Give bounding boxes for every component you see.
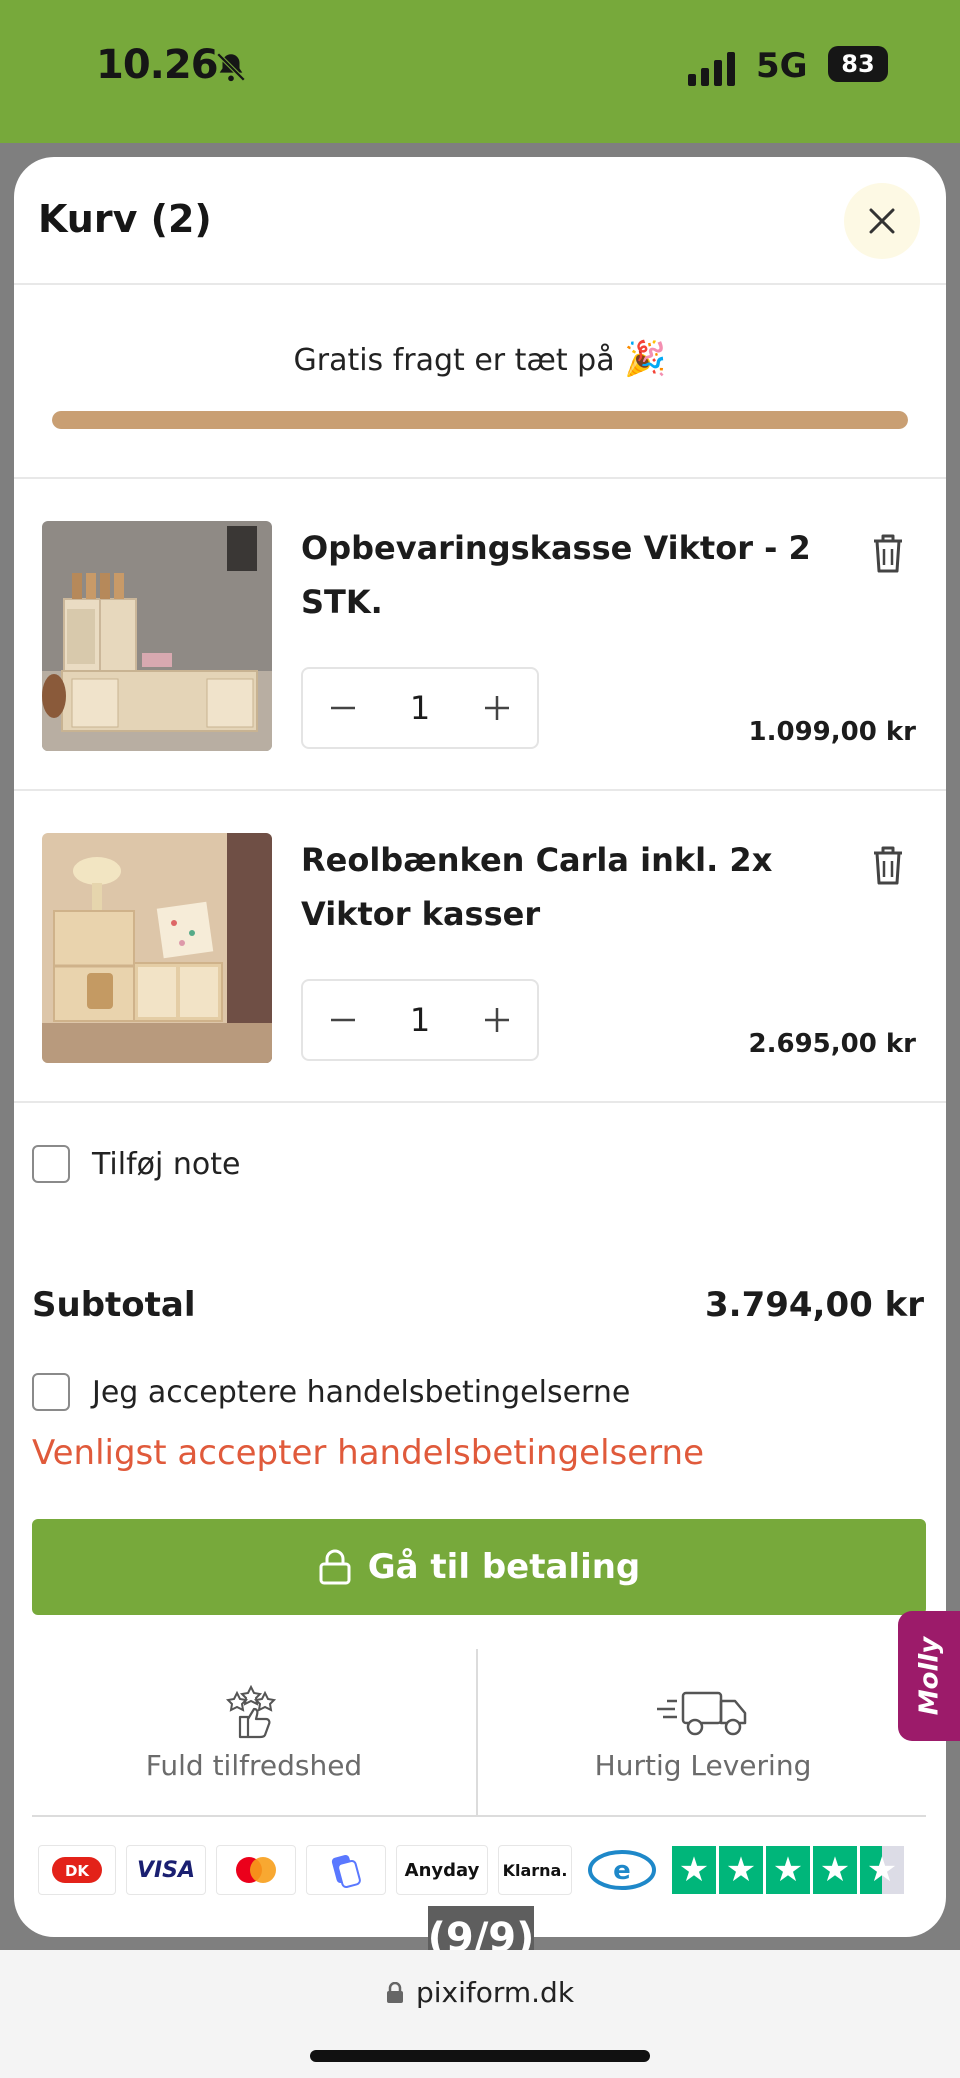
subtotal-value: 3.794,00 kr bbox=[705, 1285, 924, 1325]
lock-icon bbox=[386, 1981, 403, 2003]
trash-icon[interactable] bbox=[868, 531, 908, 575]
mastercard-logo bbox=[216, 1845, 296, 1895]
lock-icon bbox=[319, 1549, 351, 1585]
chat-widget-label: Molly bbox=[914, 1636, 945, 1716]
product-price: 2.695,00 kr bbox=[748, 1029, 916, 1059]
increase-quantity-button[interactable] bbox=[479, 690, 515, 726]
status-time: 10.26 bbox=[96, 42, 219, 88]
free-shipping-label: Gratis fragt er tæt på bbox=[293, 343, 615, 378]
status-bar: 10.26 5G 83 bbox=[0, 0, 960, 143]
free-shipping-progress bbox=[52, 411, 908, 429]
bell-slash-icon bbox=[216, 52, 246, 82]
trustpilot-stars: ★ ★ ★ ★ ★ bbox=[672, 1846, 904, 1894]
svg-text:e: e bbox=[613, 1856, 631, 1886]
chat-widget-button[interactable]: Molly bbox=[898, 1611, 960, 1741]
subtotal-row: Subtotal 3.794,00 kr bbox=[32, 1285, 924, 1325]
decrease-quantity-button[interactable] bbox=[325, 690, 361, 726]
trustpilot-half-star-icon: ★ bbox=[860, 1846, 904, 1894]
terms-label[interactable]: Jeg acceptere handelsbetingelserne bbox=[92, 1375, 630, 1410]
trash-icon[interactable] bbox=[868, 843, 908, 887]
network-label: 5G bbox=[756, 46, 808, 86]
thumbs-up-stars-icon bbox=[226, 1685, 277, 1739]
increase-quantity-button[interactable] bbox=[479, 1002, 515, 1038]
dankort-logo: DK bbox=[38, 1845, 116, 1895]
battery-icon: 83 bbox=[828, 46, 888, 82]
delivery-truck-icon bbox=[657, 1691, 747, 1736]
signal-icon bbox=[688, 50, 735, 86]
close-button[interactable] bbox=[844, 183, 920, 259]
cart-item: Opbevaringskasse Viktor - 2 STK. 1 1.099… bbox=[14, 481, 946, 791]
free-shipping-text: Gratis fragt er tæt på 🎉 bbox=[14, 339, 946, 379]
close-icon bbox=[869, 208, 895, 234]
visa-logo: VISA bbox=[126, 1845, 206, 1895]
progress-fill bbox=[52, 411, 908, 429]
anyday-logo: Anyday bbox=[396, 1845, 488, 1895]
url-text: pixiform.dk bbox=[415, 1976, 575, 2009]
cart-title: Kurv (2) bbox=[38, 197, 212, 241]
product-name[interactable]: Reolbænken Carla inkl. 2x Viktor kasser bbox=[301, 833, 811, 941]
quantity-stepper: 1 bbox=[301, 979, 539, 1061]
product-price: 1.099,00 kr bbox=[748, 717, 916, 747]
terms-row[interactable]: Jeg acceptere handelsbetingelserne bbox=[32, 1373, 630, 1411]
payment-methods: DK VISA Anyday Klarna. e ★ ★ ★ ★ ★ bbox=[38, 1843, 928, 1897]
party-icon: 🎉 bbox=[624, 339, 667, 379]
product-image[interactable] bbox=[42, 833, 272, 1063]
quantity-value[interactable]: 1 bbox=[410, 1001, 430, 1039]
cart-header: Kurv (2) bbox=[14, 157, 946, 285]
add-note-checkbox[interactable] bbox=[32, 1145, 70, 1183]
klarna-logo: Klarna. bbox=[498, 1845, 572, 1895]
trustpilot-star-icon: ★ bbox=[813, 1846, 857, 1894]
cart-item: Reolbænken Carla inkl. 2x Viktor kasser … bbox=[14, 793, 946, 1103]
add-note-row[interactable]: Tilføj note bbox=[32, 1145, 240, 1183]
plus-icon bbox=[484, 1008, 509, 1032]
terms-checkbox[interactable] bbox=[32, 1373, 70, 1411]
subtotal-label: Subtotal bbox=[32, 1285, 196, 1325]
plus-icon bbox=[484, 696, 509, 720]
minus-icon bbox=[331, 1018, 355, 1022]
url-bar[interactable]: pixiform.dk bbox=[0, 1976, 960, 2009]
edankort-logo: e bbox=[582, 1845, 662, 1895]
feature-label: Hurtig Levering bbox=[594, 1749, 812, 1782]
checkout-label: Gå til betaling bbox=[367, 1547, 641, 1587]
home-indicator[interactable] bbox=[310, 2050, 650, 2062]
terms-error-message: Venligst accepter handelsbetingelserne bbox=[32, 1433, 705, 1473]
trustpilot-star-icon: ★ bbox=[672, 1846, 716, 1894]
features-row: Fuld tilfredshed Hurtig Levering bbox=[32, 1649, 926, 1817]
add-note-label[interactable]: Tilføj note bbox=[92, 1147, 240, 1182]
decrease-quantity-button[interactable] bbox=[325, 1002, 361, 1038]
mobilepay-logo bbox=[306, 1845, 386, 1895]
quantity-value[interactable]: 1 bbox=[410, 689, 430, 727]
product-image[interactable] bbox=[42, 521, 272, 751]
free-shipping-banner: Gratis fragt er tæt på 🎉 bbox=[14, 287, 946, 479]
feature-delivery: Hurtig Levering bbox=[480, 1649, 926, 1817]
checkout-button[interactable]: Gå til betaling bbox=[32, 1519, 926, 1615]
trustpilot-star-icon: ★ bbox=[766, 1846, 810, 1894]
product-name[interactable]: Opbevaringskasse Viktor - 2 STK. bbox=[301, 521, 811, 629]
feature-label: Fuld tilfredshed bbox=[145, 1749, 363, 1782]
cart-drawer: Kurv (2) Gratis fragt er tæt på 🎉 Opbeva… bbox=[14, 157, 946, 1937]
trustpilot-star-icon: ★ bbox=[719, 1846, 763, 1894]
feature-satisfaction: Fuld tilfredshed bbox=[32, 1649, 478, 1817]
quantity-stepper: 1 bbox=[301, 667, 539, 749]
minus-icon bbox=[331, 706, 355, 710]
svg-text:DK: DK bbox=[65, 1862, 90, 1880]
browser-bar: pixiform.dk bbox=[0, 1950, 960, 2078]
